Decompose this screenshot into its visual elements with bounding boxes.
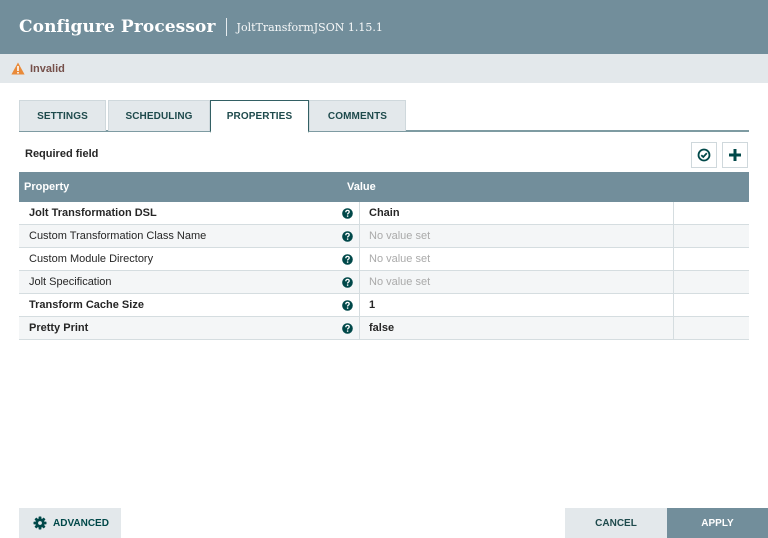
property-value[interactable]: 1 <box>359 294 673 316</box>
tab-bar: SETTINGS SCHEDULING PROPERTIES COMMENTS <box>19 100 749 133</box>
property-name: Custom Module Directory <box>29 253 154 265</box>
verify-properties-button[interactable] <box>691 142 717 168</box>
table-row[interactable]: Pretty Print false <box>19 317 749 340</box>
cancel-button[interactable]: CANCEL <box>565 508 667 538</box>
row-actions <box>673 202 749 224</box>
row-actions <box>673 271 749 293</box>
help-icon[interactable] <box>340 299 354 311</box>
table-row[interactable]: Transform Cache Size 1 <box>19 294 749 317</box>
dialog-header: Configure Processor JoltTransformJSON 1.… <box>0 0 768 54</box>
table-row[interactable]: Jolt Transformation DSL Chain <box>19 202 749 225</box>
tab-scheduling[interactable]: SCHEDULING <box>108 100 210 131</box>
property-name: Jolt Specification <box>29 276 112 288</box>
column-header-value[interactable]: Value <box>345 181 376 193</box>
apply-button[interactable]: APPLY <box>667 508 768 538</box>
tab-properties[interactable]: PROPERTIES <box>210 100 309 133</box>
gear-icon <box>33 516 47 530</box>
processor-type: JoltTransformJSON 1.15.1 <box>236 20 383 34</box>
header-divider <box>225 18 227 36</box>
property-value[interactable]: No value set <box>359 225 673 247</box>
tab-settings[interactable]: SETTINGS <box>19 100 106 131</box>
plus-icon <box>729 149 741 161</box>
properties-table: Property Value Jolt Transformation DSL Ch… <box>19 172 749 340</box>
advanced-label: ADVANCED <box>53 517 109 529</box>
property-name: Jolt Transformation DSL <box>29 207 157 219</box>
property-name: Pretty Print <box>29 322 89 334</box>
required-field-label: Required field <box>25 148 99 160</box>
table-row[interactable]: Custom Module Directory No value set <box>19 248 749 271</box>
configure-processor-dialog: Configure Processor JoltTransformJSON 1.… <box>0 0 768 538</box>
tab-comments[interactable]: COMMENTS <box>309 100 406 131</box>
property-name: Custom Transformation Class Name <box>29 230 207 242</box>
column-header-property[interactable]: Property <box>19 181 345 193</box>
property-value[interactable]: No value set <box>359 271 673 293</box>
warning-icon <box>11 62 25 75</box>
advanced-button[interactable]: ADVANCED <box>19 508 121 538</box>
property-value[interactable]: Chain <box>359 202 673 224</box>
row-actions <box>673 248 749 270</box>
property-value[interactable]: No value set <box>359 248 673 270</box>
help-icon[interactable] <box>340 276 354 288</box>
help-icon[interactable] <box>340 230 354 242</box>
property-value[interactable]: false <box>359 317 673 339</box>
dialog-title: Configure Processor <box>19 17 216 37</box>
row-actions <box>673 294 749 316</box>
status-text: Invalid <box>30 62 65 75</box>
help-icon[interactable] <box>340 253 354 265</box>
row-actions <box>673 225 749 247</box>
table-row[interactable]: Jolt Specification No value set <box>19 271 749 294</box>
check-circle-icon <box>697 148 711 162</box>
row-actions <box>673 317 749 339</box>
table-row[interactable]: Custom Transformation Class Name No value… <box>19 225 749 248</box>
help-icon[interactable] <box>340 207 354 219</box>
table-header: Property Value <box>19 172 749 202</box>
property-name: Transform Cache Size <box>29 299 144 311</box>
validation-status-bar: Invalid <box>0 54 768 83</box>
add-property-button[interactable] <box>722 142 748 168</box>
help-icon[interactable] <box>340 322 354 334</box>
